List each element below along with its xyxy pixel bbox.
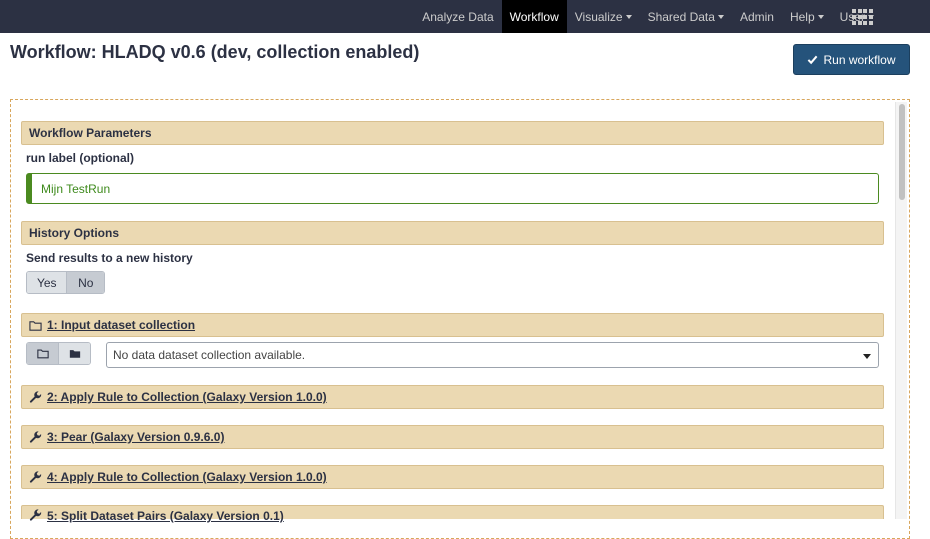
dataset-collection-select[interactable]: No data dataset collection available. (106, 342, 879, 368)
form-scrollbar[interactable] (895, 102, 907, 519)
multiple-datasets-button[interactable] (27, 343, 59, 364)
new-history-toggle: Yes No (26, 271, 105, 294)
caret-down-icon (817, 14, 824, 19)
nav-shared-data[interactable]: Shared Data (640, 0, 732, 33)
nav-analyze-data[interactable]: Analyze Data (414, 0, 501, 33)
history-no-button[interactable]: No (66, 272, 104, 293)
caret-down-icon (717, 14, 724, 19)
wrench-icon (29, 509, 42, 521)
grid-icon[interactable] (852, 9, 873, 25)
step-3-header[interactable]: 3: Pear (Galaxy Version 0.9.6.0) (21, 425, 884, 449)
chevron-down-icon (863, 354, 871, 359)
collection-button[interactable] (58, 343, 90, 364)
caret-down-icon (625, 14, 632, 19)
wrench-icon (29, 430, 42, 443)
folder-filled-icon (69, 350, 80, 358)
run-label-label: run label (optional) (26, 151, 134, 165)
step-4-header[interactable]: 4: Apply Rule to Collection (Galaxy Vers… (21, 465, 884, 489)
step-2-header[interactable]: 2: Apply Rule to Collection (Galaxy Vers… (21, 385, 884, 409)
page-title: Workflow: HLADQ v0.6 (dev, collection en… (10, 42, 420, 62)
nav-help[interactable]: Help (782, 0, 832, 33)
input-type-toggle (26, 342, 91, 365)
scrollbar-thumb[interactable] (899, 104, 905, 200)
run-label-input[interactable]: Mijn TestRun (26, 173, 879, 204)
step-1-header[interactable]: 1: Input dataset collection (21, 313, 884, 337)
folder-outline-icon (37, 349, 49, 359)
nav-admin[interactable]: Admin (732, 0, 782, 33)
new-history-label: Send results to a new history (26, 251, 193, 265)
wrench-icon (29, 470, 42, 483)
folder-open-icon (29, 320, 42, 331)
section-workflow-parameters: Workflow Parameters (21, 121, 884, 145)
top-navbar: Analyze Data Workflow Visualize Shared D… (0, 0, 930, 33)
history-yes-button[interactable]: Yes (27, 272, 67, 293)
nav-workflow[interactable]: Workflow (501, 0, 567, 33)
check-icon (808, 55, 818, 65)
wrench-icon (29, 390, 42, 403)
step-5-header[interactable]: 5: Split Dataset Pairs (Galaxy Version 0… (21, 505, 884, 523)
section-history-options: History Options (21, 221, 884, 245)
nav-visualize[interactable]: Visualize (567, 0, 640, 33)
run-workflow-button[interactable]: Run workflow (793, 44, 910, 75)
